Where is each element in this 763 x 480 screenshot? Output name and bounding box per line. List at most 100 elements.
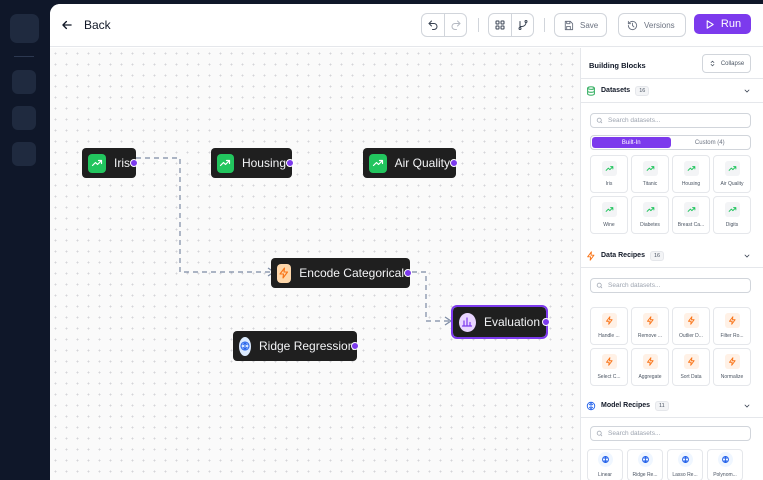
data-recipes-section-header[interactable]: Data Recipes 16 — [581, 244, 763, 268]
output-port[interactable] — [404, 269, 412, 277]
block-tile[interactable]: Remove ... — [631, 307, 669, 345]
models-search-input[interactable]: Search datasets... — [590, 426, 751, 441]
datasets-search-input[interactable]: Search datasets... — [590, 113, 751, 128]
block-tile[interactable]: Aggregate — [631, 348, 669, 386]
block-tile-label: Aggregate — [638, 374, 662, 380]
block-tile[interactable]: Wine — [590, 196, 628, 234]
block-tile[interactable]: Linear — [587, 449, 623, 480]
block-tile[interactable]: Handle ... — [590, 307, 628, 345]
node-housing[interactable]: Housing — [211, 148, 294, 178]
back-button[interactable]: Back — [60, 16, 111, 34]
model-recipes-grid: Linear Ridge Re... Lasso Re... Polynom... — [587, 449, 743, 480]
rail-button-2[interactable] — [12, 106, 36, 130]
block-tile-label: Housing — [681, 181, 701, 187]
block-tile[interactable]: Polynom... — [707, 449, 743, 480]
node-evaluation[interactable]: Evaluation — [451, 305, 550, 339]
trending-up-icon — [217, 153, 234, 173]
run-button[interactable]: Run — [694, 14, 751, 34]
recipes-search-input[interactable]: Search datasets... — [590, 278, 751, 293]
block-tile-label: Breast Ca... — [677, 222, 705, 228]
grid-layout-button[interactable] — [489, 14, 511, 36]
datasets-grid: Iris Titanic Housing Air Quality Wine Diabete… — [590, 155, 751, 234]
model-icon — [637, 452, 653, 467]
block-tile[interactable]: Titanic — [631, 155, 669, 193]
app-logo[interactable] — [10, 14, 39, 43]
block-tile-label: Digits — [725, 222, 739, 228]
block-tile[interactable]: Lasso Re... — [667, 449, 703, 480]
zap-icon — [683, 354, 699, 369]
zap-icon — [724, 313, 740, 328]
output-port[interactable] — [450, 159, 458, 167]
toolbar-divider — [478, 18, 479, 32]
model-icon — [597, 452, 613, 467]
search-placeholder: Search datasets... — [608, 282, 661, 289]
output-port[interactable] — [542, 318, 550, 326]
node-label: Air Quality — [394, 156, 450, 170]
search-placeholder: Search datasets... — [608, 117, 661, 124]
block-tile-label: Polynom... — [713, 472, 737, 478]
block-tile-label: Normalize — [720, 374, 744, 380]
block-tile[interactable]: Housing — [672, 155, 710, 193]
block-tile[interactable]: Outlier D... — [672, 307, 710, 345]
block-tile[interactable]: Normalize — [713, 348, 751, 386]
zap-icon — [601, 313, 617, 328]
search-icon — [596, 282, 603, 289]
versions-label: Versions — [644, 20, 675, 30]
block-tile[interactable]: Diabetes — [631, 196, 669, 234]
model-recipes-section-header[interactable]: Model Recipes 11 — [581, 394, 763, 418]
tab-custom[interactable]: Custom (4) — [671, 137, 750, 148]
node-air-quality[interactable]: Air Quality — [363, 148, 458, 178]
output-port[interactable] — [286, 159, 294, 167]
building-blocks-panel: Building Blocks Collapse Datasets 16 Sea… — [580, 48, 763, 480]
block-tile[interactable]: Digits — [713, 196, 751, 234]
node-label: Evaluation — [483, 315, 540, 329]
block-tile-label: Handle ... — [598, 333, 620, 339]
block-tile[interactable]: Sort Data — [672, 348, 710, 386]
redo-button[interactable] — [444, 14, 466, 36]
output-port[interactable] — [130, 159, 138, 167]
branch-button[interactable] — [511, 14, 533, 36]
model-icon — [677, 452, 693, 467]
app-rail — [0, 0, 50, 480]
model-recipes-count: 11 — [655, 400, 669, 411]
toolbar: Back Save Versions Run — [50, 4, 763, 47]
database-icon — [587, 85, 595, 96]
save-button[interactable]: Save — [554, 13, 608, 37]
collapse-button[interactable]: Collapse — [702, 54, 751, 73]
block-tile[interactable]: Breast Ca... — [672, 196, 710, 234]
search-icon — [596, 430, 603, 437]
zap-icon — [724, 354, 740, 369]
flow-canvas[interactable]: Iris Housing Air Quality Encode Categori… — [50, 48, 580, 480]
layout-group — [488, 13, 534, 37]
zap-icon — [587, 250, 595, 261]
node-ridge-regression[interactable]: Ridge Regression — [233, 331, 359, 361]
block-tile-label: Air Quality — [720, 181, 744, 187]
history-icon — [627, 20, 638, 30]
redo-icon — [451, 20, 460, 30]
block-tile[interactable]: Ridge Re... — [627, 449, 663, 480]
output-port[interactable] — [351, 342, 359, 350]
node-iris[interactable]: Iris — [82, 148, 138, 178]
edge-encode-to-evaluation[interactable] — [412, 271, 451, 322]
node-label: Encode Categorical — [299, 266, 404, 280]
node-label: Ridge Regression — [259, 339, 355, 353]
rail-button-3[interactable] — [12, 142, 36, 166]
block-tile[interactable]: Select C... — [590, 348, 628, 386]
undo-button[interactable] — [422, 14, 444, 36]
block-tile[interactable]: Air Quality — [713, 155, 751, 193]
data-recipes-grid: Handle ... Remove ... Outlier D... Filter R… — [590, 307, 751, 386]
block-tile[interactable]: Iris — [590, 155, 628, 193]
block-tile[interactable]: Filter Ro... — [713, 307, 751, 345]
versions-button[interactable]: Versions — [618, 13, 686, 37]
block-tile-label: Wine — [603, 222, 615, 228]
search-placeholder: Search datasets... — [608, 430, 661, 437]
datasets-section-header[interactable]: Datasets 16 — [581, 79, 763, 103]
rail-button-1[interactable] — [12, 70, 36, 94]
chevron-down-icon[interactable] — [743, 252, 751, 260]
tab-built-in[interactable]: Built-In — [592, 137, 671, 148]
play-icon — [706, 19, 714, 29]
chevron-down-icon[interactable] — [743, 402, 751, 410]
run-label: Run — [720, 18, 742, 30]
chevron-down-icon[interactable] — [743, 87, 751, 95]
node-encode-categorical[interactable]: Encode Categorical — [271, 258, 412, 288]
